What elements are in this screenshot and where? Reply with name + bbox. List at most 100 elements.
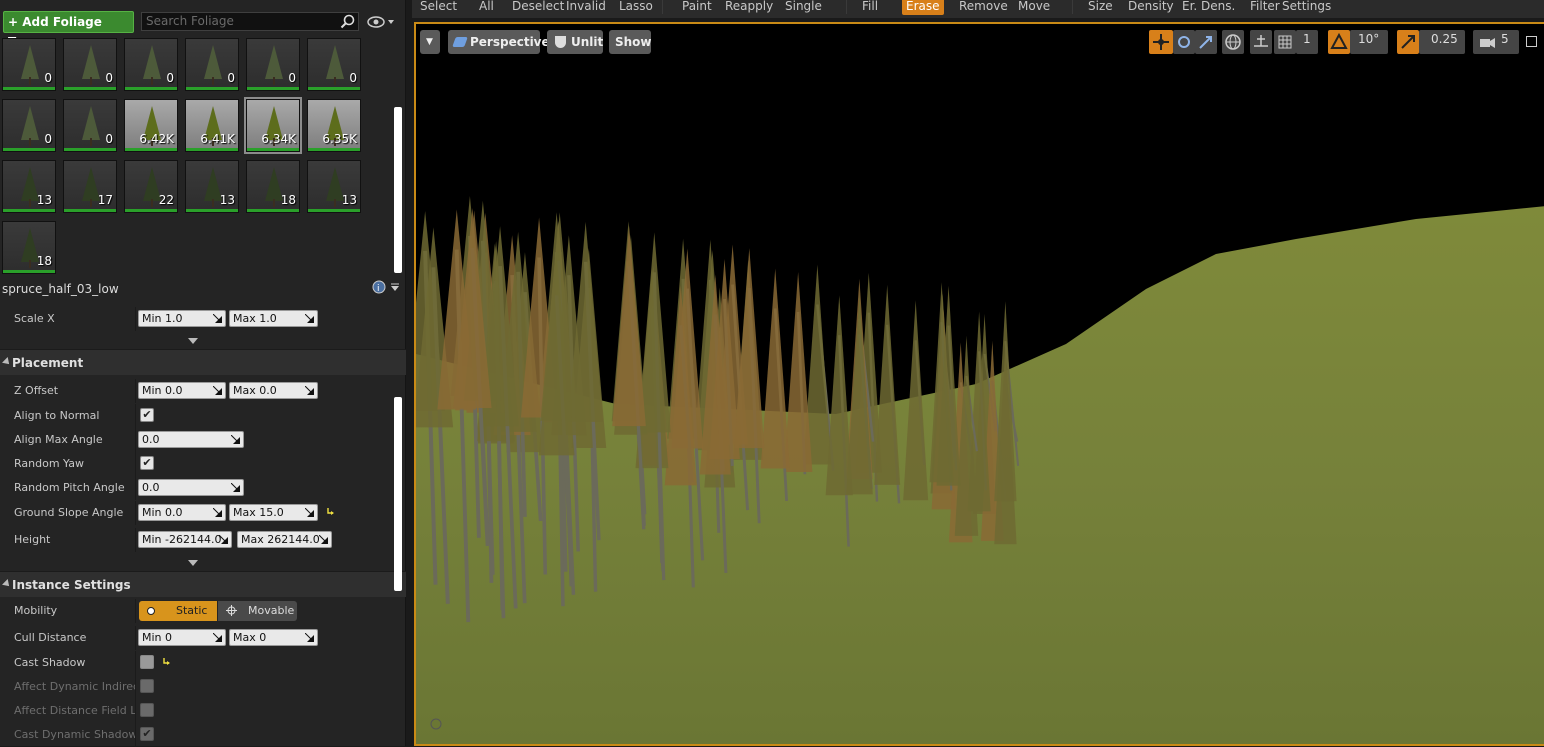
z-offset-row: Z Offset Min 0.0 Max 0.0 (0, 379, 392, 403)
details-scrollbar[interactable] (394, 397, 402, 591)
tool-paint[interactable]: Paint (682, 0, 712, 15)
tool-size[interactable]: Size (1088, 0, 1113, 15)
mobility-movable-button[interactable]: Movable (218, 601, 297, 621)
tool-settings[interactable]: Settings (1282, 0, 1331, 15)
foliage-thumbnail[interactable]: 13 (307, 160, 361, 213)
active-indicator-bar (125, 148, 177, 151)
foliage-thumbnail[interactable]: 0 (2, 99, 56, 152)
foliage-thumbnail[interactable]: 17 (63, 160, 117, 213)
expand-advanced-icon[interactable] (188, 338, 198, 344)
camera-speed-button[interactable]: 5 (1473, 30, 1519, 54)
rotate-tool-button[interactable] (1173, 30, 1195, 54)
foliage-thumbnail[interactable]: 6.41K (185, 99, 239, 152)
options-chevron-icon[interactable] (390, 282, 400, 292)
foliage-thumbnail[interactable]: 0 (185, 38, 239, 91)
foliage-thumbnail[interactable]: 0 (246, 38, 300, 91)
scale-snap-button[interactable] (1397, 30, 1419, 54)
foliage-thumbnail[interactable]: 0 (307, 38, 361, 91)
mobility-static-button[interactable]: Static (139, 601, 217, 621)
foliage-thumbnail[interactable]: 18 (2, 221, 56, 274)
active-indicator-bar (125, 209, 177, 212)
add-foliage-type-button[interactable]: + Add Foliage Type ▼ (3, 11, 134, 49)
random-pitch-label: Random Pitch Angle (14, 481, 125, 494)
z-offset-min-field[interactable]: Min 0.0 (138, 382, 226, 399)
details-panel: Scale X Min 1.0 Max 1.0 Placement Z Offs… (0, 305, 406, 747)
tool-fill[interactable]: Fill (862, 0, 878, 15)
cull-distance-min-field[interactable]: Min 0 (138, 629, 226, 646)
height-max-field[interactable]: Max 262144.0 (237, 531, 332, 548)
surface-snapping-button[interactable] (1250, 30, 1272, 54)
tool-filter[interactable]: Filter (1250, 0, 1280, 15)
tool-deselect[interactable]: Deselect (512, 0, 564, 15)
translate-tool-button[interactable] (1149, 30, 1173, 54)
z-offset-max-field[interactable]: Max 0.0 (229, 382, 318, 399)
tool-erase[interactable]: Erase (902, 0, 944, 15)
tool-lasso[interactable]: Lasso (619, 0, 653, 15)
foliage-thumbnail[interactable]: 0 (63, 99, 117, 152)
ground-slope-max-field[interactable]: Max 15.0 (229, 504, 318, 521)
cull-distance-row: Cull Distance Min 0 Max 0 (0, 626, 392, 650)
maximize-viewport-icon[interactable] (1526, 36, 1537, 47)
height-min-field[interactable]: Min -262144.0 (138, 531, 232, 548)
viewport-options-button[interactable]: ▼ (420, 30, 440, 54)
reset-to-default-icon[interactable] (326, 507, 335, 516)
ground-slope-label: Ground Slope Angle (14, 506, 124, 519)
collapse-triangle-icon (2, 579, 12, 589)
foliage-thumbnail[interactable]: 6.35K (307, 99, 361, 152)
search-foliage-input[interactable]: Search Foliage (141, 12, 359, 31)
foliage-thumbnail[interactable]: 6.34K (244, 97, 302, 154)
scale-x-min-field[interactable]: Min 1.0 (138, 310, 226, 327)
rotation-snap-button[interactable] (1328, 30, 1350, 54)
expand-advanced-icon[interactable] (188, 560, 198, 566)
foliage-thumbnail[interactable]: 13 (185, 160, 239, 213)
rotation-snap-dropdown[interactable]: 10° (1350, 30, 1388, 54)
scale-snap-dropdown[interactable]: 0.25 (1419, 30, 1465, 54)
scale-tool-button[interactable] (1195, 30, 1217, 54)
tool-move[interactable]: Move (1018, 0, 1050, 15)
align-to-normal-checkbox[interactable]: ✔ (140, 408, 154, 422)
grid-snap-button[interactable] (1274, 30, 1296, 54)
active-indicator-bar (64, 148, 116, 151)
foliage-thumbnail[interactable]: 6.42K (124, 99, 178, 152)
placement-section-header[interactable]: Placement (0, 349, 406, 375)
tool-remove[interactable]: Remove (959, 0, 1008, 15)
tool-select[interactable]: Select (420, 0, 457, 15)
tool-er-dens[interactable]: Er. Dens. (1182, 0, 1235, 15)
instance-settings-section-header[interactable]: Instance Settings (0, 571, 406, 597)
tool-invalid[interactable]: Invalid (566, 0, 606, 15)
cull-distance-max-field[interactable]: Max 0 (229, 629, 318, 646)
tool-reapply[interactable]: Reapply (725, 0, 773, 15)
height-max-value: Max 262144.0 (241, 533, 320, 546)
show-flags-button[interactable]: Show (609, 30, 652, 54)
tool-single[interactable]: Single (785, 0, 822, 15)
z-offset-max-value: Max 0.0 (233, 384, 277, 397)
reset-to-default-icon[interactable] (162, 657, 171, 666)
foliage-thumbnail[interactable]: 22 (124, 160, 178, 213)
tool-all[interactable]: All (479, 0, 494, 15)
search-details-icon[interactable]: i (372, 280, 386, 294)
align-max-angle-field[interactable]: 0.0 (138, 431, 244, 448)
scale-x-max-field[interactable]: Max 1.0 (229, 310, 318, 327)
viewport-scene (416, 24, 1544, 744)
foliage-thumbnail[interactable]: 18 (246, 160, 300, 213)
ground-slope-min-field[interactable]: Min 0.0 (138, 504, 226, 521)
grid-size-dropdown[interactable]: 1 (1296, 30, 1318, 54)
ground-slope-min-value: Min 0.0 (142, 506, 183, 519)
coordinate-system-button[interactable] (1222, 30, 1244, 54)
random-yaw-checkbox[interactable]: ✔ (140, 456, 154, 470)
height-min-value: Min -262144.0 (142, 533, 222, 546)
foliage-thumbnail[interactable]: 0 (63, 38, 117, 91)
thumbnail-scrollbar[interactable] (394, 107, 402, 273)
cast-dynamic-shadow-label: Cast Dynamic Shadow (14, 728, 136, 741)
foliage-thumbnail[interactable]: 13 (2, 160, 56, 213)
instance-count: 0 (166, 71, 174, 85)
level-viewport[interactable]: ▼ Perspective Unlit Show 1 10° 0.25 5 (414, 22, 1544, 746)
eye-icon[interactable] (366, 14, 396, 30)
tool-density[interactable]: Density (1128, 0, 1174, 15)
view-mode-button[interactable]: Unlit (547, 30, 603, 54)
foliage-thumbnail[interactable]: 0 (2, 38, 56, 91)
foliage-thumbnail[interactable]: 0 (124, 38, 178, 91)
perspective-button[interactable]: Perspective (448, 30, 550, 54)
random-pitch-field[interactable]: 0.0 (138, 479, 244, 496)
cast-shadow-checkbox[interactable] (140, 655, 154, 669)
